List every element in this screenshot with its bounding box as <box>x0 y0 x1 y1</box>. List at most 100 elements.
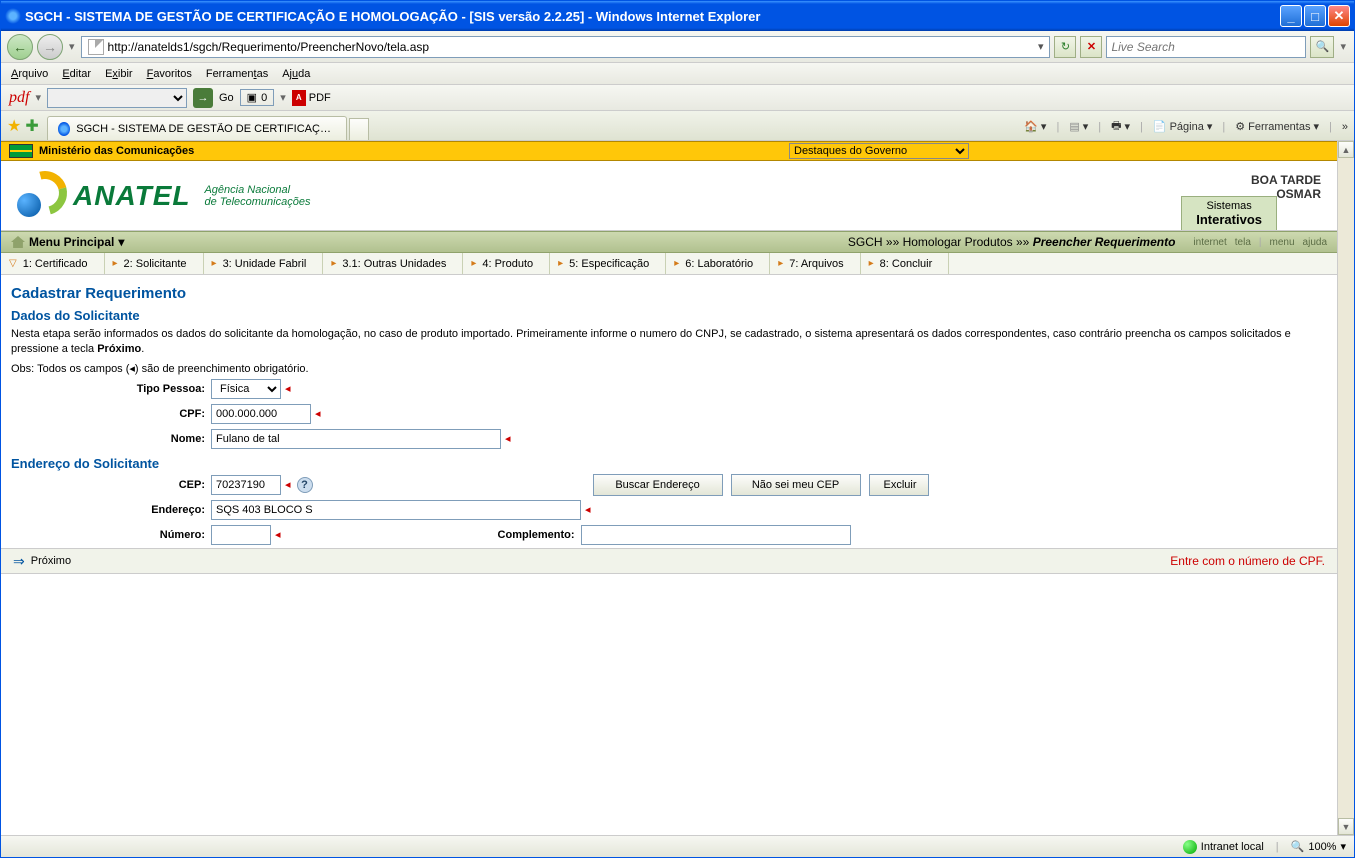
anatel-logo-icon <box>17 171 67 221</box>
tab-favicon <box>58 122 71 136</box>
wizard-step-8[interactable]: 8: Concluir <box>861 253 950 274</box>
refresh-button[interactable]: ↻ <box>1054 36 1076 58</box>
proximo-button[interactable]: ⇒ Próximo <box>13 553 71 570</box>
numero-input[interactable] <box>211 525 271 545</box>
go-label: Go <box>219 92 234 104</box>
add-favorite-icon[interactable]: ✚ <box>25 116 38 136</box>
buscar-endereco-button[interactable]: Buscar Endereço <box>593 474 723 496</box>
cpf-input[interactable] <box>211 404 311 424</box>
search-input[interactable] <box>1111 40 1301 54</box>
go-button[interactable]: → <box>193 88 213 108</box>
browser-menubar: AArquivorquivo Editar Exibir Favoritos F… <box>1 63 1354 85</box>
anatel-header: ANATEL Agência Nacional de Telecomunicaç… <box>1 161 1337 231</box>
cpf-label: CPF: <box>11 408 211 420</box>
home-icon: 🏠 <box>1024 120 1038 133</box>
gov-bar: Ministério das Comunicações Destaques do… <box>1 141 1337 161</box>
cep-label: CEP: <box>11 479 211 491</box>
new-tab-button[interactable] <box>349 118 369 140</box>
nome-input[interactable] <box>211 429 501 449</box>
wizard-steps: 1: Certificado 2: Solicitante 3: Unidade… <box>1 253 1337 275</box>
anatel-subtitle: Agência Nacional de Telecomunicações <box>204 184 310 208</box>
link-tela[interactable]: tela <box>1235 237 1251 248</box>
menu-arquivo[interactable]: AArquivorquivo <box>11 68 48 80</box>
menu-exibir[interactable]: Exibir <box>105 68 133 80</box>
print-button[interactable]: 🖶▾ <box>1111 117 1130 136</box>
maximize-button[interactable]: □ <box>1304 5 1326 27</box>
search-button[interactable]: 🔍 <box>1310 36 1334 58</box>
required-marker: ◂ <box>315 407 321 420</box>
intro-text: Nesta etapa serão informados os dados do… <box>11 327 1327 358</box>
excluir-button[interactable]: Excluir <box>869 474 929 496</box>
expand-button[interactable]: » <box>1342 121 1348 133</box>
wizard-step-2[interactable]: 2: Solicitante <box>105 253 204 274</box>
tabs-icon: ▣ <box>247 91 257 104</box>
nao-sei-cep-button[interactable]: Não sei meu CEP <box>731 474 861 496</box>
required-marker: ◂ <box>505 432 511 445</box>
search-dropdown-icon[interactable]: ▾ <box>1338 40 1348 53</box>
favorites-icon[interactable]: ★ <box>7 116 21 136</box>
menu-principal-bar: Menu Principal ▾ SGCH »» Homologar Produ… <box>1 231 1337 253</box>
pdf-dropdown-icon[interactable]: ▾ <box>35 91 41 104</box>
inner-scrollbar[interactable]: ▲ ▼ <box>1337 141 1354 835</box>
nav-dropdown-icon[interactable]: ▾ <box>67 40 77 53</box>
forward-button[interactable]: → <box>37 34 63 60</box>
wizard-step-6[interactable]: 6: Laboratório <box>666 253 770 274</box>
menu-ferramentas[interactable]: Ferramentas <box>206 68 268 80</box>
menu-favoritos[interactable]: Favoritos <box>147 68 192 80</box>
required-marker: ◂ <box>585 503 591 516</box>
tab-count[interactable]: ▣ 0 <box>240 89 275 106</box>
menu-editar[interactable]: Editar <box>62 68 91 80</box>
nav-toolbar: ← → ▾ ▾ ↻ ✕ 🔍 ▾ <box>1 31 1354 63</box>
wizard-step-3[interactable]: 3: Unidade Fabril <box>204 253 324 274</box>
wizard-step-1[interactable]: 1: Certificado <box>1 253 105 274</box>
tools-menu[interactable]: ⚙Ferramentas ▾ <box>1235 120 1319 133</box>
sistemas-interativos-tab[interactable]: Sistemas Interativos <box>1181 196 1277 230</box>
address-dropdown-icon[interactable]: ▾ <box>1034 40 1048 53</box>
wizard-step-7[interactable]: 7: Arquivos <box>770 253 860 274</box>
browser-tab[interactable]: SGCH - SISTEMA DE GESTÃO DE CERTIFICAÇÃO… <box>47 116 347 140</box>
wizard-step-4[interactable]: 4: Produto <box>463 253 550 274</box>
endereco-input[interactable] <box>211 500 581 520</box>
link-ajuda[interactable]: ajuda <box>1303 237 1327 248</box>
cep-input[interactable] <box>211 475 281 495</box>
scroll-down-icon[interactable]: ▼ <box>1338 818 1354 835</box>
address-bar[interactable]: ▾ <box>81 36 1051 58</box>
breadcrumb: SGCH »» Homologar Produtos »» Preencher … <box>848 235 1176 249</box>
form-content: Cadastrar Requerimento Dados do Solicita… <box>1 275 1337 548</box>
pdf-icon[interactable]: APDF <box>292 90 331 106</box>
minimize-button[interactable]: _ <box>1280 5 1302 27</box>
link-menu[interactable]: menu <box>1270 237 1295 248</box>
page-icon <box>88 39 104 55</box>
tabcount-dropdown-icon[interactable]: ▾ <box>280 91 286 104</box>
menu-principal-button[interactable]: Menu Principal ▾ <box>11 235 124 249</box>
endereco-label: Endereço: <box>11 504 211 516</box>
menu-ajuda[interactable]: Ajuda <box>282 68 310 80</box>
action-bar: ⇒ Próximo Entre com o número de CPF. <box>1 548 1337 574</box>
back-button[interactable]: ← <box>7 34 33 60</box>
wizard-step-3-1[interactable]: 3.1: Outras Unidades <box>323 253 463 274</box>
scroll-up-icon[interactable]: ▲ <box>1338 141 1354 158</box>
zoom-control[interactable]: 🔍 100% ▾ <box>1291 840 1346 853</box>
rss-button[interactable]: ▤▾ <box>1069 120 1088 133</box>
pdf-select[interactable] <box>47 88 187 108</box>
address-input[interactable] <box>108 40 1034 54</box>
gear-icon: ⚙ <box>1235 120 1245 133</box>
security-zone: Intranet local <box>1183 840 1264 854</box>
tipo-pessoa-select[interactable]: Física <box>211 379 281 399</box>
page-title: Cadastrar Requerimento <box>11 285 1327 302</box>
anatel-logo-text: ANATEL <box>73 180 190 212</box>
complemento-input[interactable] <box>581 525 851 545</box>
wizard-step-5[interactable]: 5: Especificação <box>550 253 666 274</box>
home-button[interactable]: 🏠▾ <box>1024 120 1046 133</box>
stop-button[interactable]: ✕ <box>1080 36 1102 58</box>
numero-label: Número: <box>11 529 211 541</box>
destaques-select[interactable]: Destaques do Governo <box>789 143 969 159</box>
close-button[interactable]: ✕ <box>1328 5 1350 27</box>
page-menu[interactable]: 📄Página ▾ <box>1153 120 1213 133</box>
pdf-toolbar: pdf ▾ → Go ▣ 0 ▾ APDF <box>1 85 1354 111</box>
link-internet[interactable]: internet <box>1193 237 1226 248</box>
brazil-flag-icon <box>9 144 33 158</box>
cep-help-icon[interactable]: ? <box>297 477 313 493</box>
search-box[interactable] <box>1106 36 1306 58</box>
pdf-label: pdf <box>9 89 29 107</box>
